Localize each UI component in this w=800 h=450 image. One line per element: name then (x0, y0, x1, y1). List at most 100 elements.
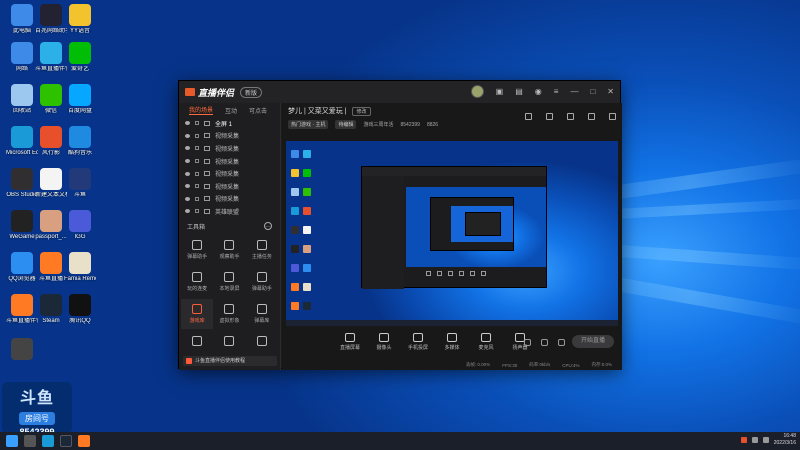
lock-icon[interactable] (195, 146, 199, 151)
desktop-icon[interactable]: 风行影 (35, 126, 67, 157)
desktop-icon[interactable]: Steam (35, 294, 67, 325)
network-tray-icon[interactable] (751, 437, 758, 443)
tab-my-scenes[interactable]: 我的场景 (189, 105, 214, 115)
desktop-icon[interactable]: passport_... (35, 210, 67, 241)
tool-item[interactable]: 主播任务 (246, 235, 278, 265)
settings-icon[interactable] (558, 339, 565, 346)
scene-item[interactable]: 视频采集 (179, 155, 280, 168)
eye-icon[interactable] (185, 159, 190, 164)
desktop-icon[interactable]: 腾讯QQ (64, 294, 96, 325)
version-badge[interactable]: 新版 (240, 86, 263, 98)
desktop-icon[interactable]: 爱奇艺 (64, 42, 96, 73)
scene-item[interactable]: 视频采集 (179, 193, 280, 206)
volume-tray-icon[interactable] (762, 437, 769, 443)
lock-icon[interactable] (195, 133, 199, 138)
desktop-icon[interactable]: 网络 (6, 42, 38, 73)
source-control[interactable]: 麦克风 (476, 331, 496, 351)
status-chip[interactable]: 待编辑 (335, 120, 357, 129)
record-icon[interactable] (524, 339, 531, 346)
bell-icon[interactable]: ◉ (535, 87, 542, 96)
shop-icon[interactable] (546, 113, 553, 120)
folder-icon[interactable] (567, 113, 574, 120)
start-live-button[interactable]: 开始直播 (572, 335, 614, 348)
gift-box-icon[interactable] (525, 113, 532, 120)
lock-icon[interactable] (195, 159, 199, 164)
more-icon[interactable]: … (264, 222, 272, 231)
desktop-icon[interactable]: WeGame (6, 210, 38, 241)
douyu-taskbar-icon[interactable] (78, 435, 90, 447)
lock-icon[interactable] (195, 196, 199, 201)
steam-taskbar-icon[interactable] (60, 435, 72, 447)
stream-preview[interactable] (286, 141, 618, 326)
tool-item[interactable]: 观察助手 (213, 235, 245, 265)
eye-icon[interactable] (185, 184, 190, 189)
eye-icon[interactable] (185, 121, 190, 126)
lock-icon[interactable] (195, 171, 199, 176)
tray-app-icon[interactable] (740, 437, 747, 443)
desktop-icon[interactable]: 斗鱼直播伴侣 (6, 294, 38, 325)
share-icon[interactable] (609, 113, 616, 120)
gift-icon[interactable]: ▣ (496, 87, 504, 96)
eye-icon[interactable] (185, 209, 190, 214)
desktop-icon[interactable]: QQ浏览器 (6, 252, 38, 283)
source-control[interactable]: 多媒体 (442, 331, 462, 351)
desktop-icon[interactable]: 斗鱼直播伴侣 (35, 42, 67, 73)
minimize-icon[interactable]: — (570, 87, 578, 96)
category-chip[interactable]: 热门游戏 · 主机 (288, 120, 329, 129)
tool-item[interactable]: 玩的连麦 (181, 267, 213, 297)
scene-item[interactable]: 英雄联盟 (179, 205, 280, 218)
desktop-icon[interactable]: 斗鱼 (64, 168, 96, 199)
start-icon[interactable] (6, 435, 18, 447)
tool-item[interactable]: 虚拟形象 (213, 299, 245, 329)
eye-icon[interactable] (185, 133, 190, 138)
scene-item[interactable]: 全屏 1 (179, 117, 280, 130)
lock-icon[interactable] (195, 184, 199, 189)
tool-item[interactable]: 弹幕助手 (181, 235, 213, 265)
desktop-icon[interactable]: 微信 (35, 84, 67, 115)
tool-item[interactable]: 游戏库 (181, 298, 214, 329)
menu-icon[interactable]: ≡ (554, 87, 559, 96)
edge-taskbar-icon[interactable] (42, 435, 54, 447)
desktop-icon[interactable]: 斗鱼直播 (35, 252, 67, 283)
bag-icon[interactable]: ▤ (515, 87, 523, 96)
eye-icon[interactable] (185, 146, 190, 151)
desktop-icon[interactable]: 百度网盘 (64, 84, 96, 115)
tutorial-notice[interactable]: 斗鱼直播伴侣使用教程 (183, 356, 277, 366)
desktop-icon[interactable] (6, 338, 38, 362)
tab-clickable[interactable]: 可点击 (249, 106, 267, 115)
desktop-icon[interactable]: Microsoft Edge (6, 126, 38, 157)
desktop-icon[interactable]: 回收站 (6, 84, 38, 115)
close-icon[interactable]: ✕ (607, 87, 614, 96)
clock[interactable]: 16:48 2022/3/16 (774, 433, 796, 447)
desktop-icon[interactable]: YY语音 (64, 4, 96, 35)
window-titlebar[interactable]: 直播伴侣 新版 ▣ ▤ ◉ ≡ — □ ✕ (179, 81, 620, 103)
eye-icon[interactable] (185, 171, 190, 176)
tool-item[interactable]: 弹幕库 (246, 299, 278, 329)
desktop-icon[interactable]: Famia Remote ... (64, 252, 96, 283)
tool-item[interactable]: 本地录屏 (213, 267, 245, 297)
tool-item[interactable]: 弹幕助手 (246, 267, 278, 297)
desktop-icon[interactable]: IGG (64, 210, 96, 241)
source-control[interactable]: 手机投屏 (408, 331, 428, 351)
search-icon[interactable] (24, 435, 36, 447)
desktop-icon[interactable]: OBS Studio (6, 168, 38, 199)
desktop-icon[interactable]: 此电脑 (6, 4, 38, 35)
source-control[interactable]: 直播屏幕 (340, 331, 360, 351)
scene-item[interactable]: 视频采集 (179, 130, 280, 143)
avatar[interactable] (470, 85, 484, 98)
lock-icon[interactable] (195, 121, 199, 126)
eye-icon[interactable] (185, 196, 190, 201)
source-control[interactable]: 摄像头 (374, 331, 394, 351)
lock-icon[interactable] (195, 209, 199, 214)
scene-item[interactable]: 视频采集 (179, 167, 280, 180)
scene-item[interactable]: 视频采集 (179, 180, 280, 193)
desktop-icon[interactable]: 新建文本文档 (35, 168, 67, 199)
desktop-icon[interactable]: 酷狗音乐 (64, 126, 96, 157)
edit-title-button[interactable]: 修改 (352, 106, 371, 116)
scene-item[interactable]: 视频采集 (179, 142, 280, 155)
bell-icon[interactable] (588, 113, 595, 120)
desktop-icon[interactable]: 百兆网络助手 (35, 4, 67, 35)
eye-icon[interactable] (541, 339, 548, 346)
tab-interact[interactable]: 互动 (225, 106, 237, 115)
maximize-icon[interactable]: □ (590, 87, 595, 96)
